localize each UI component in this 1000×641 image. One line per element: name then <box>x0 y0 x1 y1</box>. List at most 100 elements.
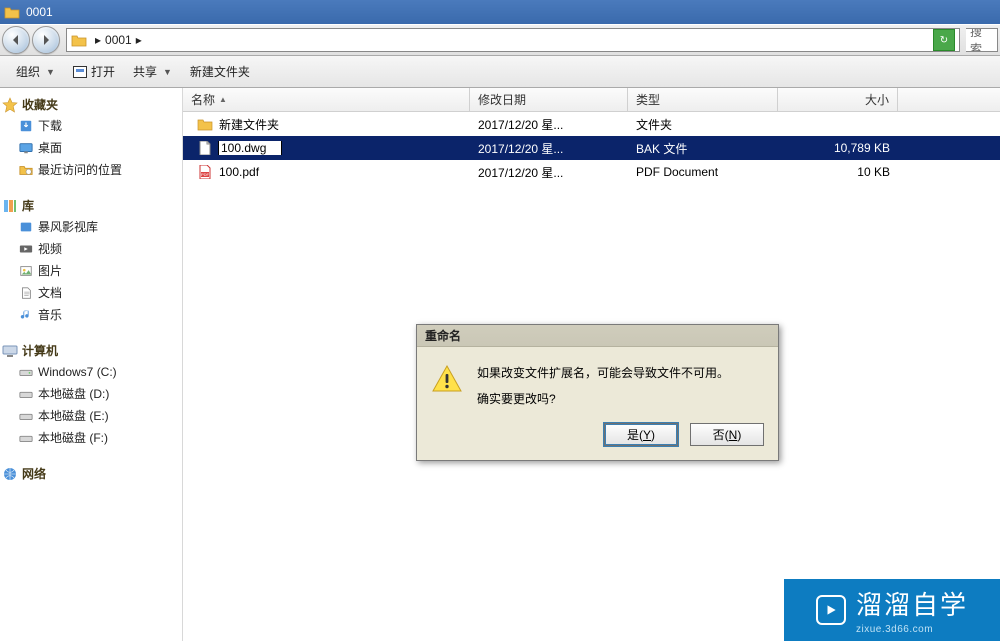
sidebar-item-downloads[interactable]: 下载 <box>0 115 182 137</box>
folder-icon <box>4 5 20 19</box>
new-folder-label: 新建文件夹 <box>190 63 250 80</box>
column-type[interactable]: 类型 <box>628 88 778 111</box>
file-size: 10,789 KB <box>778 141 898 155</box>
svg-text:PDF: PDF <box>201 172 210 177</box>
sidebar-item-drive-e[interactable]: 本地磁盘 (E:) <box>0 405 182 427</box>
folder-icon <box>197 117 213 131</box>
column-date[interactable]: 修改日期 <box>470 88 628 111</box>
folder-icon <box>71 33 87 47</box>
documents-icon <box>18 286 34 300</box>
dialog-title: 重命名 <box>425 327 461 344</box>
back-button[interactable] <box>2 26 30 54</box>
file-row[interactable]: 100.dwg 2017/12/20 星...BAK 文件10,789 KB <box>183 136 1000 160</box>
chevron-right-icon: ▸ <box>136 33 142 47</box>
video-icon <box>18 220 34 234</box>
file-date: 2017/12/20 星... <box>470 140 628 157</box>
computer-label: 计算机 <box>22 342 58 359</box>
sidebar-head-favorites[interactable]: 收藏夹 <box>0 94 182 115</box>
sidebar-item-pictures[interactable]: 图片 <box>0 260 182 282</box>
recent-icon <box>18 163 34 177</box>
search-input[interactable]: 搜索 <box>966 28 998 52</box>
refresh-button[interactable]: ↻ <box>933 29 955 51</box>
file-name: 新建文件夹 <box>219 116 279 133</box>
window-titlebar: 0001 <box>0 0 1000 24</box>
share-label: 共享 <box>133 63 157 80</box>
column-name[interactable]: 名称▲ <box>183 88 470 111</box>
file-type: 文件夹 <box>628 116 778 133</box>
warning-icon <box>431 363 463 395</box>
drive-icon <box>18 431 34 445</box>
sidebar-head-network[interactable]: 网络 <box>0 463 182 484</box>
sidebar-item-baofeng[interactable]: 暴风影视库 <box>0 216 182 238</box>
column-headers: 名称▲ 修改日期 类型 大小 <box>183 88 1000 112</box>
breadcrumb-folder[interactable]: 0001 <box>105 33 132 47</box>
open-label: 打开 <box>91 63 115 80</box>
network-icon <box>2 467 18 481</box>
sidebar-item-drive-c[interactable]: Windows7 (C:) <box>0 361 182 383</box>
dialog-titlebar[interactable]: 重命名 <box>417 325 778 347</box>
rename-input[interactable]: 100.dwg <box>219 141 281 155</box>
dialog-line1: 如果改变文件扩展名，可能会导致文件不可用。 <box>477 363 729 383</box>
libraries-label: 库 <box>22 197 34 214</box>
favorites-label: 收藏夹 <box>22 96 58 113</box>
yes-button[interactable]: 是(Y) <box>604 423 678 446</box>
download-icon <box>18 119 34 133</box>
sidebar: 收藏夹 下载 桌面 最近访问的位置 库 暴风影视库 视频 图片 文档 音乐 计算… <box>0 88 183 641</box>
file-size: 10 KB <box>778 165 898 179</box>
pictures-icon <box>18 264 34 278</box>
file-date: 2017/12/20 星... <box>470 116 628 133</box>
sidebar-item-drive-d[interactable]: 本地磁盘 (D:) <box>0 383 182 405</box>
file-icon <box>197 141 213 155</box>
open-button[interactable]: 打开 <box>67 60 121 83</box>
sidebar-item-videos[interactable]: 视频 <box>0 238 182 260</box>
breadcrumb[interactable]: ▸ 0001 ▸ <box>91 33 146 47</box>
sidebar-item-recent[interactable]: 最近访问的位置 <box>0 159 182 181</box>
sidebar-item-desktop[interactable]: 桌面 <box>0 137 182 159</box>
file-date: 2017/12/20 星... <box>470 164 628 181</box>
rename-dialog: 重命名 如果改变文件扩展名，可能会导致文件不可用。 确实要更改吗? 是(Y) 否… <box>416 324 779 461</box>
play-icon <box>816 595 846 625</box>
toolbar: 组织▼ 打开 共享 ▼ 新建文件夹 <box>0 56 1000 88</box>
sidebar-item-drive-f[interactable]: 本地磁盘 (F:) <box>0 427 182 449</box>
chevron-right-icon: ▸ <box>95 33 101 47</box>
network-label: 网络 <box>22 465 46 482</box>
star-icon <box>2 98 18 112</box>
music-icon <box>18 308 34 322</box>
watermark-text: 溜溜自学 <box>856 585 968 622</box>
watermark-sub: zixue.3d66.com <box>856 624 968 635</box>
no-button[interactable]: 否(N) <box>690 423 764 446</box>
share-menu[interactable]: 共享 ▼ <box>127 60 178 83</box>
watermark: 溜溜自学 zixue.3d66.com <box>784 579 1000 641</box>
sidebar-item-documents[interactable]: 文档 <box>0 282 182 304</box>
file-type: PDF Document <box>628 165 778 179</box>
libraries-icon <box>2 199 18 213</box>
sidebar-head-computer[interactable]: 计算机 <box>0 340 182 361</box>
new-folder-button[interactable]: 新建文件夹 <box>184 60 256 83</box>
window-title: 0001 <box>26 5 53 19</box>
sort-asc-icon: ▲ <box>219 95 227 104</box>
drive-icon <box>18 365 34 379</box>
address-bar[interactable]: ▸ 0001 ▸ ↻ <box>66 28 960 52</box>
pdf-icon: PDF <box>197 165 213 179</box>
drive-icon <box>18 387 34 401</box>
nav-bar: ▸ 0001 ▸ ↻ 搜索 <box>0 24 1000 56</box>
file-row[interactable]: 新建文件夹 2017/12/20 星...文件夹 <box>183 112 1000 136</box>
organize-label: 组织 <box>16 63 40 80</box>
file-row[interactable]: PDF 100.pdf 2017/12/20 星...PDF Document10 … <box>183 160 1000 184</box>
desktop-icon <box>18 141 34 155</box>
video-icon <box>18 242 34 256</box>
sidebar-head-libraries[interactable]: 库 <box>0 195 182 216</box>
dialog-message: 如果改变文件扩展名，可能会导致文件不可用。 确实要更改吗? <box>477 363 729 409</box>
computer-icon <box>2 344 18 358</box>
sidebar-item-music[interactable]: 音乐 <box>0 304 182 326</box>
forward-button[interactable] <box>32 26 60 54</box>
dialog-line2: 确实要更改吗? <box>477 389 729 409</box>
file-type: BAK 文件 <box>628 140 778 157</box>
open-icon <box>73 66 87 78</box>
file-rows: 新建文件夹2017/12/20 星...文件夹100.dwg2017/12/20… <box>183 112 1000 184</box>
chevron-down-icon: ▼ <box>163 67 172 77</box>
drive-icon <box>18 409 34 423</box>
organize-menu[interactable]: 组织▼ <box>10 60 61 83</box>
column-size[interactable]: 大小 <box>778 88 898 111</box>
file-name: 100.pdf <box>219 165 259 179</box>
